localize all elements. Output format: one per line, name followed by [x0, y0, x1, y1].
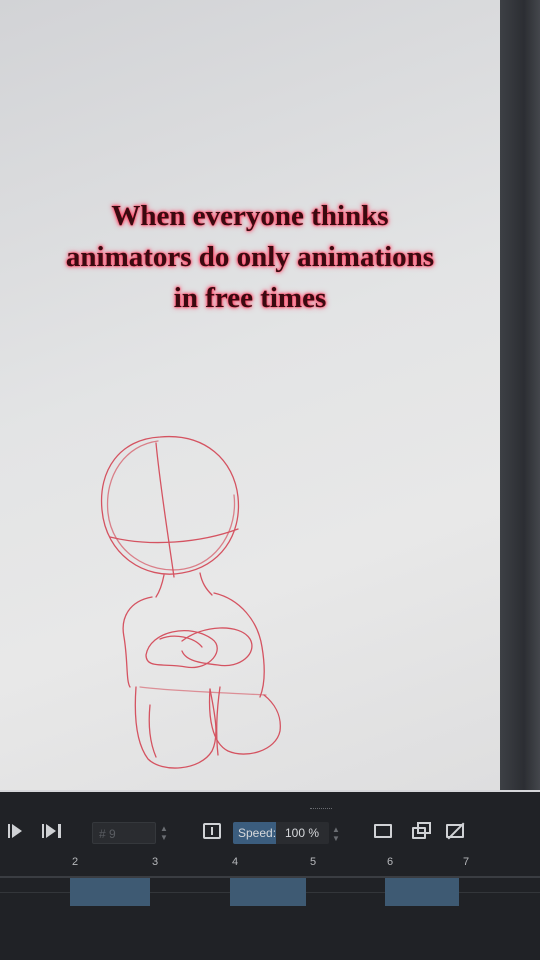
frame-number: 6: [387, 856, 394, 868]
single-view-icon[interactable]: [374, 824, 392, 838]
meme-caption: When everyone thinks animators do only a…: [20, 196, 480, 319]
frame-ruler[interactable]: 2 3 4 5 6 7: [0, 854, 540, 874]
sketch-body: [122, 596, 153, 688]
frame-number: 2: [72, 856, 79, 868]
frame-number: 3: [152, 856, 159, 868]
frame-cell[interactable]: [70, 878, 150, 906]
frame-cell[interactable]: [385, 878, 459, 906]
caption-line-3: in free times: [173, 282, 327, 314]
panel-resize-grip[interactable]: [310, 808, 332, 812]
next-frame-icon[interactable]: [42, 822, 64, 845]
caption-line-2: animators do only animations: [65, 241, 435, 273]
caption-line-1: When everyone thinks: [111, 200, 389, 232]
character-sketch: [100, 435, 281, 769]
speed-field[interactable]: Speed: 100 %: [233, 822, 329, 844]
frame-cell[interactable]: [230, 878, 306, 906]
frame-stepper-icon[interactable]: ▲ ▼: [160, 824, 168, 842]
frame-number: 4: [232, 856, 239, 868]
animation-timeline: # 9 ▲ ▼ Speed: 100 % ▲ ▼ 2 3 4 5 6 7: [0, 792, 540, 960]
play-icon[interactable]: [8, 822, 24, 845]
sketch-face-horizontal: [109, 528, 239, 544]
drawing-canvas[interactable]: When everyone thinks animators do only a…: [0, 0, 500, 790]
frame-number-field[interactable]: # 9: [92, 822, 156, 844]
speed-value: 100 %: [285, 826, 320, 840]
sketch-legs: [134, 686, 217, 769]
onion-off-icon[interactable]: [446, 824, 464, 838]
frame-loop-icon[interactable]: [203, 823, 221, 839]
speed-stepper-icon[interactable]: ▲ ▼: [332, 825, 340, 843]
frame-number: 5: [310, 856, 317, 868]
onion-skin-icon[interactable]: [412, 827, 426, 839]
speed-label: Speed:: [238, 826, 277, 840]
photo-of-screen: When everyone thinks animators do only a…: [0, 0, 540, 960]
side-panel: [500, 0, 540, 790]
sketch-face-vertical: [155, 442, 175, 578]
frame-number: 7: [463, 856, 470, 868]
